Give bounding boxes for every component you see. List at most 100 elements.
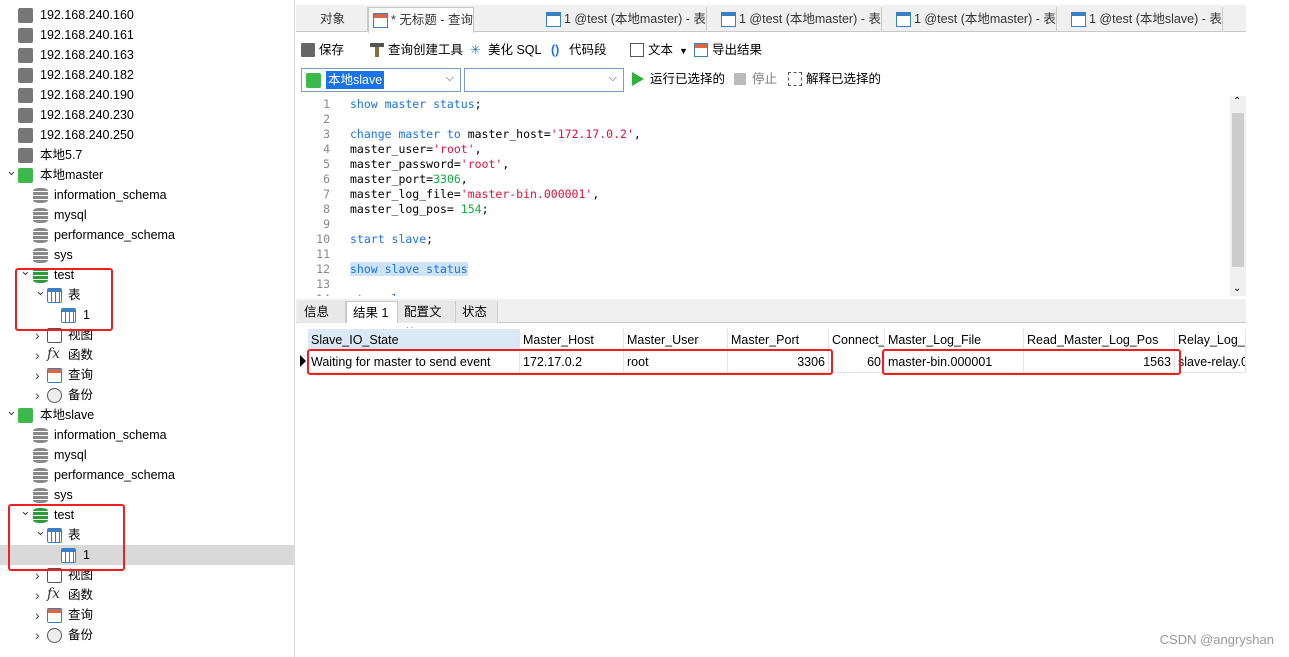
grid-cell[interactable]: master-bin.000001 bbox=[885, 351, 1024, 373]
chevron-right-icon[interactable]: › bbox=[35, 325, 40, 345]
column-header[interactable]: Master_Host bbox=[520, 329, 624, 351]
chevron-right-icon[interactable]: › bbox=[35, 365, 40, 385]
database-icon bbox=[33, 468, 48, 483]
text-mode-button[interactable]: 文本 ▼ bbox=[630, 40, 688, 60]
grid-cell[interactable]: 3306 bbox=[728, 351, 829, 373]
grid-cell[interactable]: Waiting for master to send event bbox=[308, 351, 520, 373]
chevron-right-icon[interactable]: › bbox=[35, 585, 40, 605]
tree-item[interactable]: › 视图 bbox=[0, 565, 294, 585]
run-selected-button[interactable]: 运行已选择的 bbox=[632, 69, 725, 89]
tab[interactable]: * 无标题 - 查询 bbox=[368, 7, 474, 33]
tree-item[interactable]: performance_schema bbox=[0, 225, 294, 245]
database-select[interactable]: ⌵ bbox=[464, 68, 624, 92]
tree-item[interactable]: information_schema bbox=[0, 425, 294, 445]
chevron-down-icon[interactable]: ⌄ bbox=[20, 501, 31, 521]
tree-item[interactable]: ⌄ 本地master bbox=[0, 163, 294, 185]
tab[interactable]: 1 @test (本地master) - 表 bbox=[892, 7, 1057, 32]
tree-item-label: performance_schema bbox=[54, 468, 175, 482]
chevron-down-icon[interactable]: ⌄ bbox=[35, 521, 46, 541]
tab-label: 1 @test (本地master) - 表 bbox=[739, 12, 881, 26]
tree-item[interactable]: 192.168.240.230 bbox=[0, 105, 294, 125]
tab[interactable]: 对象 bbox=[296, 7, 368, 32]
chevron-right-icon[interactable]: › bbox=[35, 625, 40, 645]
column-header[interactable]: Master_Port bbox=[728, 329, 829, 351]
result-tab[interactable]: 状态 bbox=[456, 301, 498, 323]
chevron-down-icon[interactable]: ⌄ bbox=[6, 161, 17, 181]
grid-cell[interactable]: slave-relay.0 bbox=[1175, 351, 1246, 373]
tree-item[interactable]: › 查询 bbox=[0, 605, 294, 625]
result-tab[interactable]: 结果 1 bbox=[346, 301, 398, 323]
scrollbar-thumb[interactable] bbox=[1232, 113, 1244, 267]
column-header[interactable]: Relay_Log_F bbox=[1175, 329, 1246, 351]
tree-item[interactable]: › 视图 bbox=[0, 325, 294, 345]
tree-item[interactable]: mysql bbox=[0, 445, 294, 465]
tree-item[interactable]: 1 bbox=[0, 545, 294, 565]
tree-item[interactable]: 1 bbox=[0, 305, 294, 325]
explain-icon bbox=[788, 72, 802, 86]
right-panel bbox=[1247, 0, 1289, 657]
grid-cell[interactable]: 60 bbox=[829, 351, 885, 373]
stop-button[interactable]: 停止 bbox=[734, 69, 777, 89]
chevron-down-icon[interactable]: ⌄ bbox=[6, 401, 17, 421]
editor-scrollbar[interactable]: ⌃ ⌄ bbox=[1230, 96, 1246, 296]
tree-item[interactable]: 192.168.240.190 bbox=[0, 85, 294, 105]
result-tab[interactable]: 配置文件 bbox=[398, 301, 456, 341]
tree-item[interactable]: › 备份 bbox=[0, 385, 294, 405]
chevron-right-icon[interactable]: › bbox=[35, 345, 40, 365]
query-options-bar: 本地slave ⌵ ⌵ 运行已选择的 停止 解释已选择的 bbox=[296, 66, 1246, 94]
column-header[interactable]: Connect_ bbox=[829, 329, 885, 351]
tab[interactable]: 1 @test (本地master) - 表 bbox=[542, 7, 707, 32]
chevron-down-icon[interactable]: ⌄ bbox=[20, 261, 31, 281]
column-header[interactable]: Slave_IO_State bbox=[308, 329, 520, 351]
sql-editor[interactable]: 1 show master status; 2 3 change master to … bbox=[296, 96, 1246, 296]
beautify-sql-button[interactable]: ✳ 美化 SQL bbox=[470, 40, 542, 60]
tab[interactable]: 1 @test (本地master) - 表 bbox=[717, 7, 882, 32]
explain-selected-label: 解释已选择的 bbox=[806, 72, 882, 86]
column-header[interactable]: Master_User bbox=[624, 329, 728, 351]
tree-item[interactable]: 本地5.7 bbox=[0, 145, 294, 165]
export-results-button[interactable]: 导出结果 bbox=[694, 40, 762, 60]
tab[interactable]: 1 @test (本地slave) - 表 bbox=[1067, 7, 1223, 32]
code-token: master_port= bbox=[350, 172, 434, 186]
tree-item[interactable]: 192.168.240.163 bbox=[0, 45, 294, 65]
tree-item[interactable]: ⌄ 表 bbox=[0, 523, 294, 545]
save-button[interactable]: 保存 bbox=[301, 40, 344, 60]
grid-cell[interactable]: 172.17.0.2 bbox=[520, 351, 624, 373]
chevron-right-icon[interactable]: › bbox=[35, 605, 40, 625]
text-mode-label: 文本 bbox=[648, 43, 674, 57]
tree-item[interactable]: › fx 函数 bbox=[0, 585, 294, 605]
tree-item[interactable]: 192.168.240.182 bbox=[0, 65, 294, 85]
chevron-down-icon[interactable]: ⌄ bbox=[35, 281, 46, 301]
tree-item[interactable]: information_schema bbox=[0, 185, 294, 205]
tree-item[interactable]: › 备份 bbox=[0, 625, 294, 645]
query-builder-button[interactable]: 查询创建工具 bbox=[370, 40, 463, 60]
tree-item[interactable]: ⌄ 本地slave bbox=[0, 403, 294, 425]
scroll-down-icon[interactable]: ⌄ bbox=[1233, 283, 1241, 294]
chevron-right-icon[interactable]: › bbox=[35, 385, 40, 405]
tree-item[interactable]: › 查询 bbox=[0, 365, 294, 385]
grid-cell[interactable]: root bbox=[624, 351, 728, 373]
tree-item[interactable]: 192.168.240.160 bbox=[0, 5, 294, 25]
snippet-label: 代码段 bbox=[569, 43, 607, 57]
chevron-right-icon[interactable]: › bbox=[35, 565, 40, 585]
column-header[interactable]: Read_Master_Log_Pos bbox=[1024, 329, 1175, 351]
tree-item[interactable]: › fx 函数 bbox=[0, 345, 294, 365]
function-icon: fx bbox=[47, 346, 61, 362]
result-tab[interactable]: 信息 bbox=[298, 301, 346, 323]
scroll-up-icon[interactable]: ⌃ bbox=[1233, 96, 1241, 107]
tree-item[interactable]: mysql bbox=[0, 205, 294, 225]
tree-item[interactable]: 192.168.240.250 bbox=[0, 125, 294, 145]
connection-select[interactable]: 本地slave ⌵ bbox=[301, 68, 461, 92]
column-header[interactable]: Master_Log_File bbox=[885, 329, 1024, 351]
code-line: change master to master_host='172.17.0.2… bbox=[350, 127, 641, 141]
tree-item[interactable]: ⌄ 表 bbox=[0, 283, 294, 305]
grid-cell[interactable]: 1563 bbox=[1024, 351, 1175, 373]
backup-icon bbox=[47, 628, 62, 643]
tree-item[interactable]: sys bbox=[0, 245, 294, 265]
tree-item[interactable]: performance_schema bbox=[0, 465, 294, 485]
tree-item[interactable]: sys bbox=[0, 485, 294, 505]
tree-item[interactable]: 192.168.240.161 bbox=[0, 25, 294, 45]
explain-selected-button[interactable]: 解释已选择的 bbox=[788, 69, 881, 89]
snippet-button[interactable]: () 代码段 bbox=[551, 40, 607, 60]
line-number: 8 bbox=[323, 202, 330, 216]
